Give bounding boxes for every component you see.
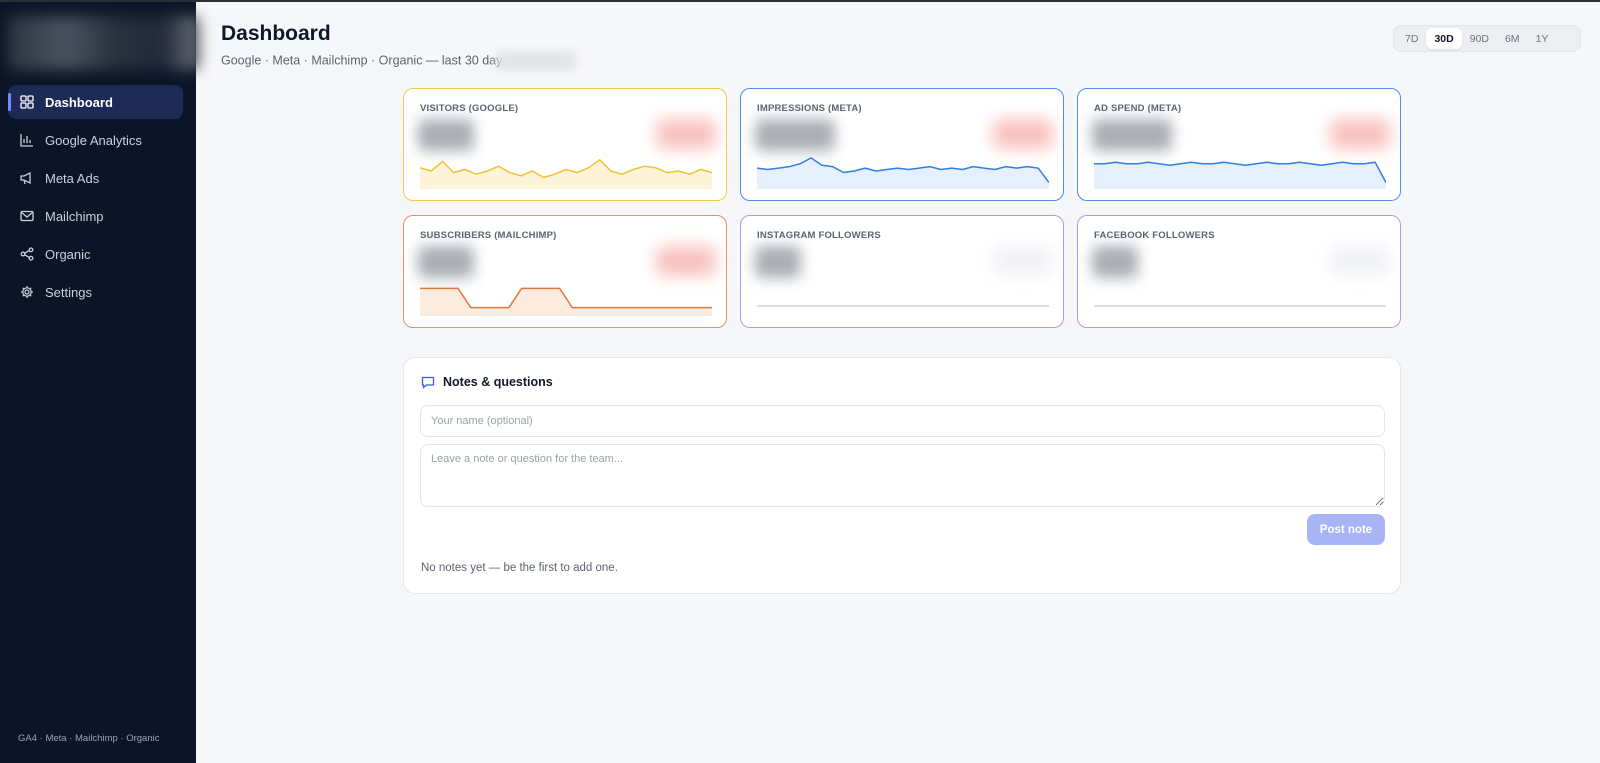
metric-card-impressions[interactable]: IMPRESSIONS (META) — [740, 88, 1064, 201]
sidebar-item-google-analytics[interactable]: Google Analytics — [8, 123, 183, 157]
sparkline-chart — [1094, 153, 1386, 189]
redacted-change-badge — [656, 246, 716, 276]
metric-card-visitors[interactable]: VISITORS (GOOGLE) — [403, 88, 727, 201]
sparkline-chart — [757, 280, 1049, 316]
card-label: FACEBOOK FOLLOWERS — [1094, 230, 1215, 241]
redacted-change-badge — [656, 119, 716, 149]
grid-icon — [20, 95, 34, 109]
sparkline-area — [420, 159, 712, 189]
page-subtitle: Google · Meta · Mailchimp · Organic — la… — [221, 52, 577, 70]
sidebar-item-meta-ads[interactable]: Meta Ads — [8, 161, 183, 195]
range-6m-button[interactable]: 6M — [1497, 28, 1528, 49]
sparkline-area — [1094, 162, 1386, 189]
redacted-value — [1092, 246, 1138, 278]
sidebar-item-label: Organic — [45, 246, 91, 262]
notes-panel: Notes & questions Post note No notes yet… — [403, 357, 1401, 594]
empty-notes-message: No notes yet — be the first to add one. — [421, 562, 618, 574]
sparkline-area — [757, 157, 1049, 189]
bar-chart-icon — [20, 133, 34, 147]
metric-card-subscribers[interactable]: SUBSCRIBERS (MAILCHIMP) — [403, 215, 727, 328]
range-1y-button[interactable]: 1Y — [1528, 28, 1557, 49]
sidebar-item-settings[interactable]: Settings — [8, 275, 183, 309]
card-label: IMPRESSIONS (META) — [757, 103, 862, 114]
brand-logo — [8, 16, 200, 70]
redacted-change-badge — [1330, 119, 1390, 149]
subtitle-text: Google · Meta · Mailchimp · Organic — la… — [221, 53, 503, 68]
card-label: AD SPEND (META) — [1094, 103, 1182, 114]
sidebar: Dashboard Google Analytics Meta Ads Mail… — [0, 2, 200, 763]
redacted-value — [755, 246, 801, 278]
sidebar-footer: GA4 · Meta · Mailchimp · Organic — [18, 733, 160, 744]
name-input[interactable] — [420, 405, 1385, 437]
redacted-value — [418, 246, 474, 278]
range-30d-button[interactable]: 30D — [1426, 28, 1462, 49]
card-label: SUBSCRIBERS (MAILCHIMP) — [420, 230, 557, 241]
redacted-value — [1092, 119, 1172, 151]
sparkline-chart — [420, 153, 712, 189]
sparkline-area — [420, 288, 712, 316]
mail-icon — [20, 209, 34, 223]
sparkline-chart — [757, 153, 1049, 189]
redacted-text — [496, 52, 577, 70]
sidebar-item-dashboard[interactable]: Dashboard — [8, 85, 183, 119]
redacted-change-badge — [993, 246, 1053, 276]
page-title: Dashboard — [221, 22, 331, 45]
sidebar-nav: Dashboard Google Analytics Meta Ads Mail… — [8, 85, 183, 313]
redacted-value — [755, 119, 835, 151]
sidebar-item-organic[interactable]: Organic — [8, 237, 183, 271]
sidebar-item-label: Google Analytics — [45, 132, 142, 148]
redacted-change-badge — [993, 119, 1053, 149]
redacted-value — [418, 119, 474, 151]
time-range-selector: 7D 30D 90D 6M 1Y — [1393, 25, 1581, 52]
sidebar-item-mailchimp[interactable]: Mailchimp — [8, 199, 183, 233]
card-label: INSTAGRAM FOLLOWERS — [757, 230, 881, 241]
chat-bubble-icon — [421, 375, 435, 389]
range-7d-button[interactable]: 7D — [1397, 28, 1426, 49]
sidebar-item-label: Mailchimp — [45, 208, 104, 224]
redacted-change-badge — [1330, 246, 1390, 276]
card-label: VISITORS (GOOGLE) — [420, 103, 519, 114]
sidebar-item-label: Meta Ads — [45, 170, 100, 186]
sidebar-item-label: Settings — [45, 284, 92, 300]
window-top-border — [0, 0, 1600, 2]
note-textarea[interactable] — [420, 444, 1385, 507]
sidebar-item-label: Dashboard — [45, 94, 113, 110]
gear-icon — [20, 285, 34, 299]
metric-card-ad-spend[interactable]: AD SPEND (META) — [1077, 88, 1401, 201]
notes-title: Notes & questions — [443, 375, 553, 389]
metric-card-instagram-followers[interactable]: INSTAGRAM FOLLOWERS — [740, 215, 1064, 328]
post-note-button[interactable]: Post note — [1307, 514, 1385, 545]
sparkline-chart — [1094, 280, 1386, 316]
share-icon — [20, 247, 34, 261]
metric-card-facebook-followers[interactable]: FACEBOOK FOLLOWERS — [1077, 215, 1401, 328]
sparkline-chart — [420, 280, 712, 316]
notes-header: Notes & questions — [421, 375, 553, 389]
range-90d-button[interactable]: 90D — [1462, 28, 1497, 49]
megaphone-icon — [20, 171, 34, 185]
